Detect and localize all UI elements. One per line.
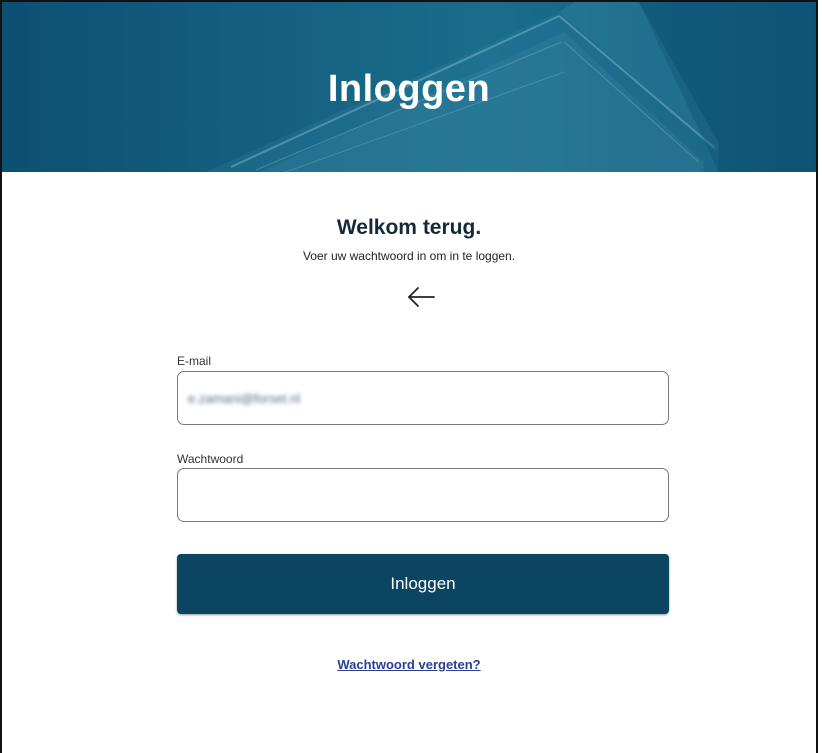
welcome-heading: Welkom terug. [336,216,482,239]
welcome-subtitle: Voer uw wachtwoord in om in te loggen. [302,249,516,263]
login-page: Inloggen Welkom terug. Voer uw wachtwoor… [0,0,818,753]
header-title: Inloggen [327,68,491,110]
email-value: e.zamani@forset.nl [188,391,301,406]
password-label: Wachtwoord [177,452,244,466]
email-label: E-mail [177,354,212,368]
password-field[interactable] [177,468,669,522]
email-field[interactable]: e.zamani@forset.nl [177,371,669,425]
login-button[interactable]: Inloggen [177,554,669,614]
forgot-password-link[interactable]: Wachtwoord vergeten? [337,657,480,672]
arrow-left-icon[interactable] [404,284,438,310]
header-banner: Inloggen [2,2,816,172]
forgot-password-container: Wachtwoord vergeten? [2,656,816,674]
